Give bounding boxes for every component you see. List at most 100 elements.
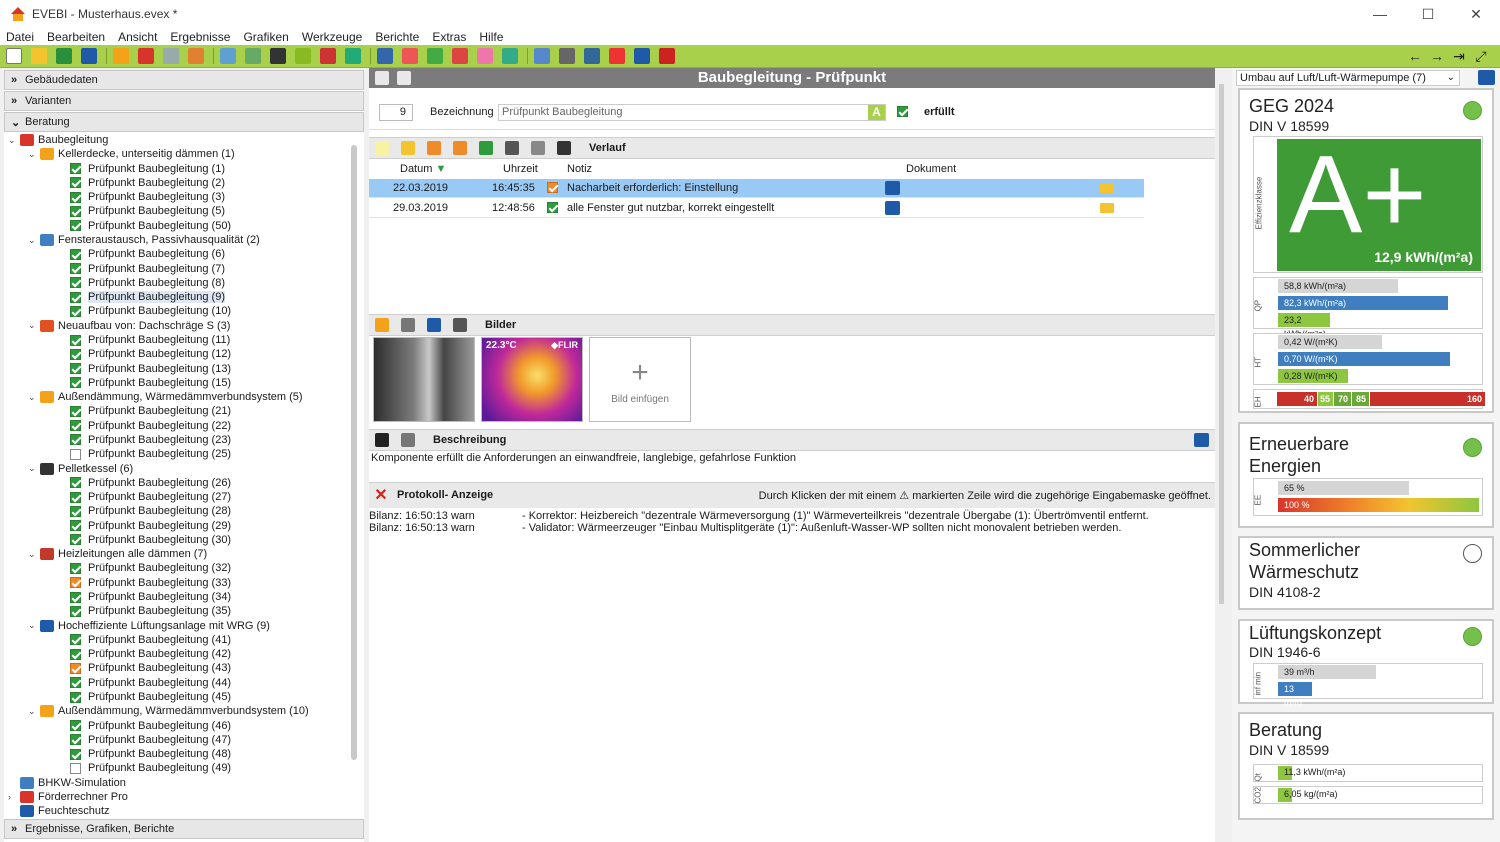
col-notiz[interactable]: Notiz (567, 163, 592, 175)
sort-icon[interactable] (427, 318, 441, 332)
tree-item-pruefpunkt[interactable]: Prüfpunkt Baubegleitung (47) (70, 733, 231, 747)
tree-item-pruefpunkt[interactable]: Prüfpunkt Baubegleitung (22) (70, 419, 231, 433)
paste-icon[interactable] (401, 318, 415, 332)
toolbar-button-icon[interactable] (427, 48, 443, 64)
toolbar-button-icon[interactable] (659, 48, 675, 64)
status-checkbox[interactable] (70, 263, 81, 275)
tree-item-pruefpunkt[interactable]: Prüfpunkt Baubegleitung (28) (70, 504, 231, 518)
tree-item-pruefpunkt[interactable]: Prüfpunkt Baubegleitung (49) (70, 761, 231, 775)
menu-hilfe[interactable]: Hilfe (479, 30, 503, 44)
tree-item-pruefpunkt[interactable]: Prüfpunkt Baubegleitung (33) (70, 576, 231, 590)
row-status-checkbox[interactable] (547, 182, 558, 193)
expand-toggle-icon[interactable]: ⌄ (28, 463, 40, 474)
menu-bearbeiten[interactable]: Bearbeiten (47, 30, 105, 44)
verlauf-tool-icon[interactable] (531, 141, 545, 155)
tree-item-group[interactable]: › Förderrechner Pro (8, 790, 128, 804)
chart-icon[interactable]: ⤢ (1470, 48, 1492, 65)
tree-item-pruefpunkt[interactable]: Prüfpunkt Baubegleitung (45) (70, 690, 231, 704)
arrange-icon[interactable] (375, 318, 389, 332)
tree-item-pruefpunkt[interactable]: Prüfpunkt Baubegleitung (23) (70, 433, 231, 447)
tree-item-pruefpunkt[interactable]: Prüfpunkt Baubegleitung (5) (70, 204, 225, 218)
tree-item-group[interactable]: ⌄ Heizleitungen alle dämmen (7) (28, 547, 207, 561)
save-icon[interactable] (375, 433, 389, 447)
maximize-button[interactable]: ☐ (1404, 0, 1452, 28)
status-checkbox[interactable] (70, 605, 81, 617)
toolbar-button-icon[interactable] (559, 48, 575, 64)
tree-item-group[interactable]: ⌄ Pelletkessel (6) (28, 461, 133, 475)
status-checkbox[interactable] (70, 734, 81, 746)
section-varianten[interactable]: » Varianten (4, 91, 364, 111)
toolbar-button-icon[interactable] (81, 48, 97, 64)
tree-item-group[interactable]: ⌄ Hocheffiziente Lüftungsanlage mit WRG (… (28, 619, 270, 633)
center-scrollbar[interactable] (1219, 84, 1224, 604)
status-checkbox[interactable] (70, 220, 81, 232)
tree-item-pruefpunkt[interactable]: Prüfpunkt Baubegleitung (7) (70, 262, 225, 276)
back-arrow-icon[interactable]: ← (1404, 48, 1426, 65)
tree-item-pruefpunkt[interactable]: Prüfpunkt Baubegleitung (48) (70, 747, 231, 761)
add-image-button[interactable]: + Bild einfügen (589, 337, 691, 422)
col-uhrzeit[interactable]: Uhrzeit (503, 163, 538, 175)
status-checkbox[interactable] (70, 591, 81, 603)
status-checkbox[interactable] (70, 363, 81, 375)
toolbar-button-icon[interactable] (220, 48, 236, 64)
status-checkbox[interactable] (70, 648, 81, 660)
status-checkbox[interactable] (70, 720, 81, 732)
status-checkbox[interactable] (70, 277, 81, 289)
thermal-image-thumbnail[interactable]: 22.3°C ◆FLIR (481, 337, 583, 422)
toolbar-button-icon[interactable] (534, 48, 550, 64)
toolbar-button-icon[interactable] (31, 48, 47, 64)
toolbar-button-icon[interactable] (345, 48, 361, 64)
number-field[interactable]: 9 (379, 104, 413, 121)
tree-item-pruefpunkt[interactable]: Prüfpunkt Baubegleitung (27) (70, 490, 231, 504)
close-button[interactable]: ✕ (1452, 0, 1500, 28)
status-checkbox[interactable] (70, 434, 81, 446)
col-datum[interactable]: Datum ▼ (400, 163, 446, 175)
status-checkbox[interactable] (70, 248, 81, 260)
tree-item-pruefpunkt[interactable]: Prüfpunkt Baubegleitung (8) (70, 276, 225, 290)
a-badge[interactable]: A (868, 105, 885, 120)
tree-item-pruefpunkt[interactable]: Prüfpunkt Baubegleitung (32) (70, 561, 231, 575)
toolbar-button-icon[interactable] (477, 48, 493, 64)
tree-item-pruefpunkt[interactable]: Prüfpunkt Baubegleitung (9) (70, 290, 225, 304)
expand-toggle-icon[interactable]: ⌄ (28, 320, 40, 331)
expand-toggle-icon[interactable]: ⌄ (28, 235, 40, 246)
toolbar-button-icon[interactable] (320, 48, 336, 64)
sommerlicher-waermeschutz-card[interactable]: Sommerlicher Wärmeschutz DIN 4108-2 (1238, 536, 1494, 610)
erfuellt-checkbox[interactable] (897, 106, 908, 117)
folder-icon[interactable] (1100, 183, 1114, 193)
expand-toggle-icon[interactable]: ⌄ (8, 135, 20, 146)
expand-toggle-icon[interactable]: ⌄ (28, 392, 40, 403)
verlauf-row[interactable]: 29.03.2019 12:48:56 alle Fenster gut nutzb… (369, 199, 1144, 218)
verlauf-tool-icon[interactable] (401, 141, 415, 155)
status-checkbox[interactable] (70, 405, 81, 417)
status-checkbox[interactable] (70, 163, 81, 175)
edit-pen-icon[interactable] (885, 181, 900, 195)
jump-icon[interactable]: ⇥ (1448, 48, 1470, 65)
status-checkbox[interactable] (70, 420, 81, 432)
tree-item-pruefpunkt[interactable]: Prüfpunkt Baubegleitung (29) (70, 519, 231, 533)
tree-item-pruefpunkt[interactable]: Prüfpunkt Baubegleitung (10) (70, 304, 231, 318)
expand-toggle-icon[interactable]: ⌄ (28, 620, 40, 631)
status-checkbox[interactable] (70, 562, 81, 574)
tree-item-pruefpunkt[interactable]: Prüfpunkt Baubegleitung (1) (70, 162, 225, 176)
tree-item-pruefpunkt[interactable]: Prüfpunkt Baubegleitung (12) (70, 347, 231, 361)
toolbar-button-icon[interactable] (56, 48, 72, 64)
edit-pen-icon[interactable] (1194, 433, 1209, 447)
copy-icon[interactable] (397, 71, 411, 85)
toolbar-button-icon[interactable] (113, 48, 129, 64)
col-dokument[interactable]: Dokument (906, 163, 956, 175)
bezeichnung-input[interactable]: Prüfpunkt Baubegleitung (498, 104, 886, 121)
status-checkbox[interactable] (70, 177, 81, 189)
toolbar-button-icon[interactable] (6, 48, 22, 64)
tree-item-pruefpunkt[interactable]: Prüfpunkt Baubegleitung (35) (70, 604, 231, 618)
toolbar-button-icon[interactable] (138, 48, 154, 64)
menu-datei[interactable]: Datei (6, 30, 34, 44)
verlauf-tool-icon[interactable] (557, 141, 571, 155)
tree-item-group[interactable]: ⌄ Außendämmung, Wärmedämmverbundsystem (5… (28, 390, 303, 404)
tree-item-pruefpunkt[interactable]: Prüfpunkt Baubegleitung (44) (70, 676, 231, 690)
tree-scrollbar[interactable] (351, 145, 357, 760)
export-icon[interactable] (453, 318, 467, 332)
folder-icon[interactable] (1100, 203, 1114, 213)
status-checkbox[interactable] (70, 691, 81, 703)
expand-toggle-icon[interactable]: ⌄ (28, 706, 40, 717)
